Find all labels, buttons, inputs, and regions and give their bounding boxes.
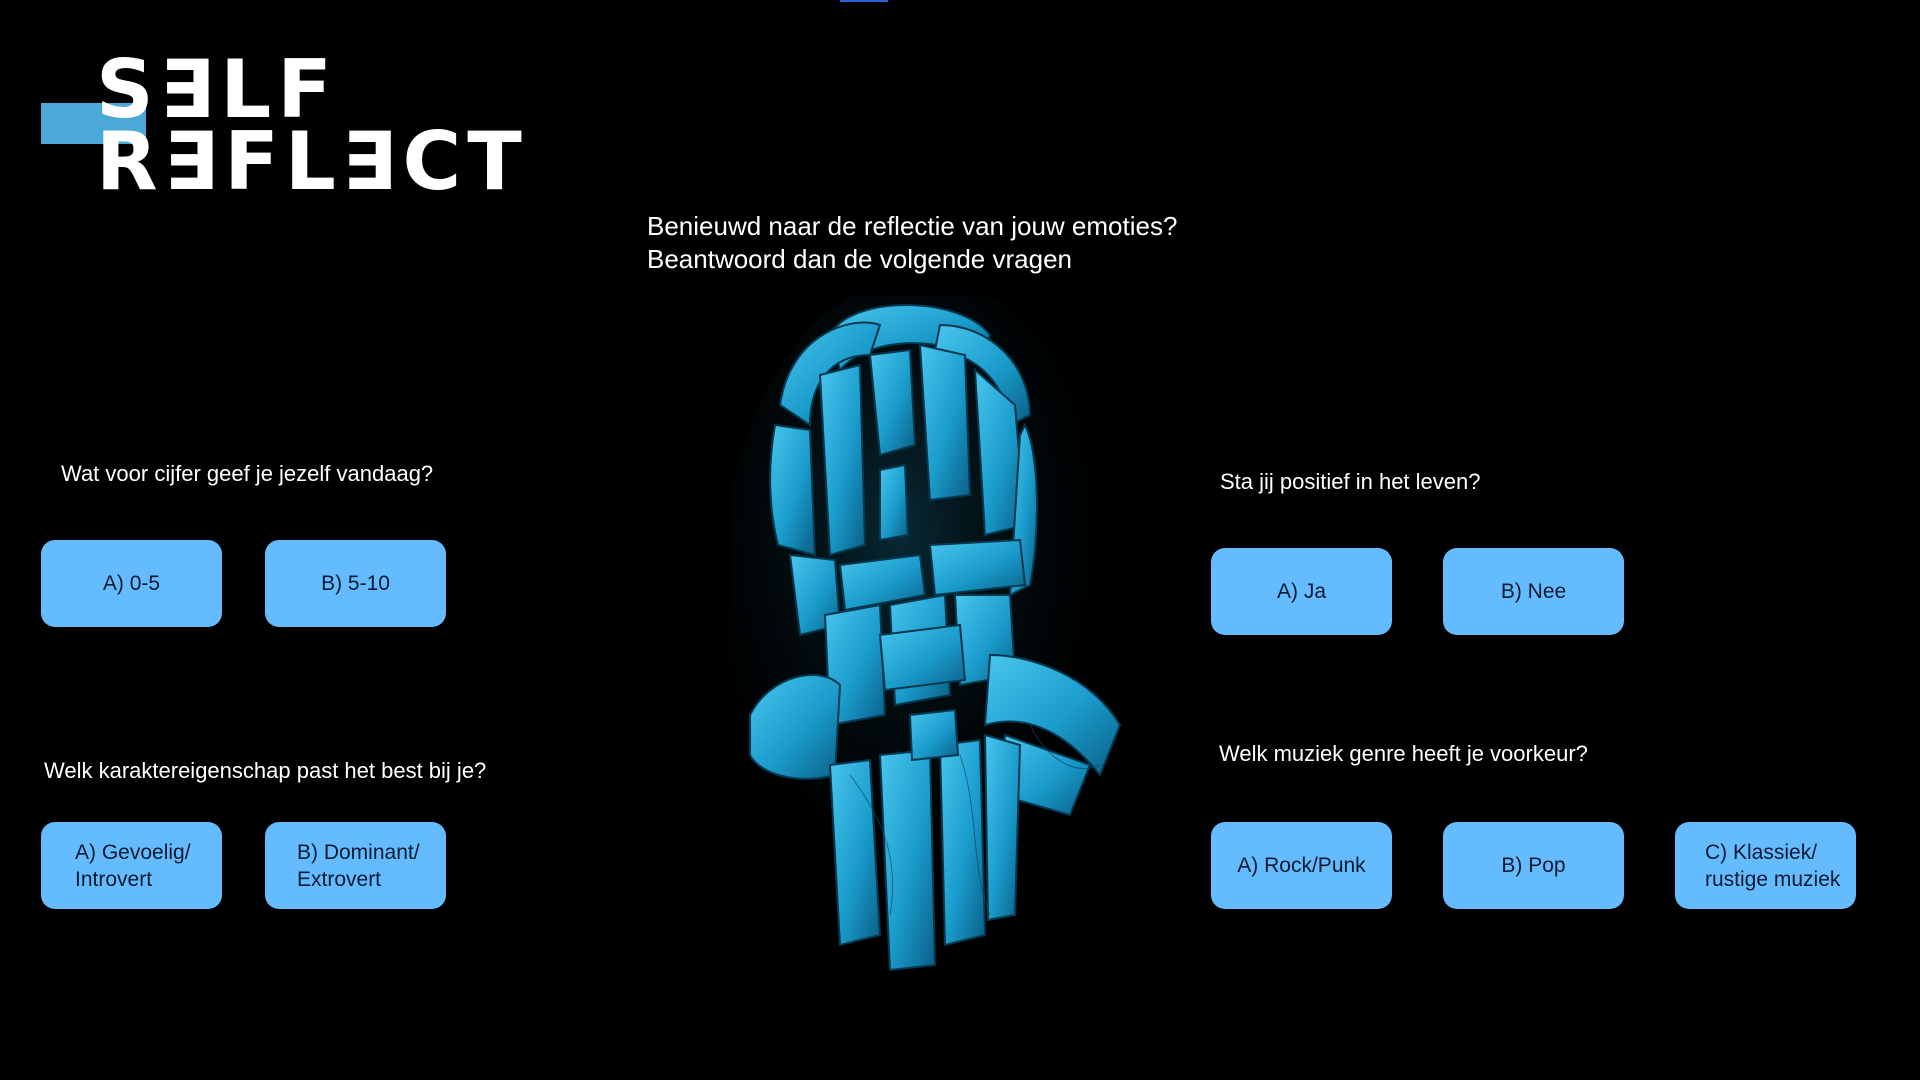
question-positive: Sta jij positief in het leven? (1220, 469, 1481, 494)
option-grade-5-10[interactable]: B) 5-10 (265, 540, 446, 627)
question-music: Welk muziek genre heeft je voorkeur? (1219, 741, 1588, 766)
logo-line-2: R∃FL∃CT (96, 115, 528, 208)
intro-text: Benieuwd naar de reflectie van jouw emot… (647, 210, 1177, 276)
intro-line-2: Beantwoord dan de volgende vragen (647, 244, 1072, 274)
option-grade-0-5[interactable]: A) 0-5 (41, 540, 222, 627)
ribbon-head-image (730, 295, 1122, 972)
option-yes[interactable]: A) Ja (1211, 548, 1392, 635)
option-sensitive-introvert[interactable]: A) Gevoelig/ Introvert (41, 822, 222, 909)
option-pop[interactable]: B) Pop (1443, 822, 1624, 909)
option-dominant-extrovert[interactable]: B) Dominant/ Extrovert (265, 822, 446, 909)
option-no[interactable]: B) Nee (1443, 548, 1624, 635)
option-rock-punk[interactable]: A) Rock/Punk (1211, 822, 1392, 909)
self-reflect-logo: S∃LF R∃FL∃CT (40, 50, 522, 202)
question-grade: Wat voor cijfer geef je jezelf vandaag? (61, 461, 434, 486)
question-personality: Welk karaktereigenschap past het best bi… (44, 758, 487, 783)
top-accent-line (840, 0, 888, 2)
intro-line-1: Benieuwd naar de reflectie van jouw emot… (647, 211, 1178, 241)
option-classical[interactable]: C) Klassiek/ rustige muziek (1675, 822, 1856, 909)
